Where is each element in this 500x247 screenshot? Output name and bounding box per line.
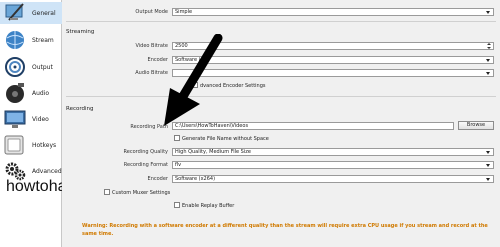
stream-icon bbox=[6, 31, 24, 49]
video-icon bbox=[4, 110, 26, 128]
sidebar-item-video[interactable]: Video bbox=[0, 108, 62, 130]
output-icon bbox=[5, 57, 25, 77]
output-mode-label: Output Mode bbox=[135, 9, 168, 15]
sidebar-item-stream[interactable]: Stream bbox=[0, 29, 62, 51]
sidebar-item-general[interactable]: General bbox=[0, 2, 62, 24]
audio-icon bbox=[6, 83, 24, 103]
recording-encoder-select[interactable]: Software (x264) bbox=[172, 175, 494, 183]
sidebar-item-label: Video bbox=[32, 116, 49, 123]
custom-muxer-label: Custom Muxer Settings bbox=[112, 190, 171, 196]
sidebar-item-label: Stream bbox=[32, 37, 54, 44]
cpu-warning-text: Warning: Recording with a software encod… bbox=[82, 223, 488, 237]
sidebar-item-label: Output bbox=[32, 64, 53, 71]
general-icon bbox=[5, 3, 24, 21]
sidebar-item-label: Advanced bbox=[32, 168, 62, 175]
recording-encoder-label: Encoder bbox=[147, 176, 168, 182]
generate-name-checkbox[interactable] bbox=[174, 135, 180, 141]
recording-format-select[interactable]: flv bbox=[172, 161, 494, 169]
settings-sidebar: General Stream Output Audio Video Hotkey… bbox=[0, 0, 62, 247]
sidebar-item-output[interactable]: Output bbox=[0, 56, 62, 78]
sidebar-item-label: Audio bbox=[32, 90, 50, 97]
streaming-section-title: Streaming bbox=[66, 29, 95, 35]
recording-quality-label: Recording Quality bbox=[123, 149, 168, 155]
spin-arrows-icon[interactable] bbox=[487, 43, 492, 49]
hotkeys-icon bbox=[4, 135, 24, 155]
sidebar-item-label: General bbox=[32, 10, 56, 17]
pointer-arrow-icon bbox=[164, 34, 223, 126]
output-mode-select[interactable]: Simple bbox=[172, 8, 494, 16]
sidebar-item-audio[interactable]: Audio bbox=[0, 82, 62, 104]
replay-buffer-label: Enable Replay Buffer bbox=[182, 203, 235, 209]
generate-name-label: Generate File Name without Space bbox=[182, 136, 269, 142]
browse-button[interactable]: Browse bbox=[458, 121, 494, 130]
replay-buffer-checkbox[interactable] bbox=[174, 202, 180, 208]
sidebar-item-hotkeys[interactable]: Hotkeys bbox=[0, 134, 62, 156]
sidebar-item-label: Hotkeys bbox=[32, 142, 57, 149]
recording-format-label: Recording Format bbox=[123, 162, 168, 168]
recording-section-title: Recording bbox=[66, 106, 94, 112]
custom-muxer-checkbox[interactable] bbox=[104, 189, 110, 195]
divider bbox=[66, 21, 496, 22]
divider bbox=[66, 96, 496, 97]
recording-quality-select[interactable]: High Quality, Medium File Size bbox=[172, 148, 494, 156]
